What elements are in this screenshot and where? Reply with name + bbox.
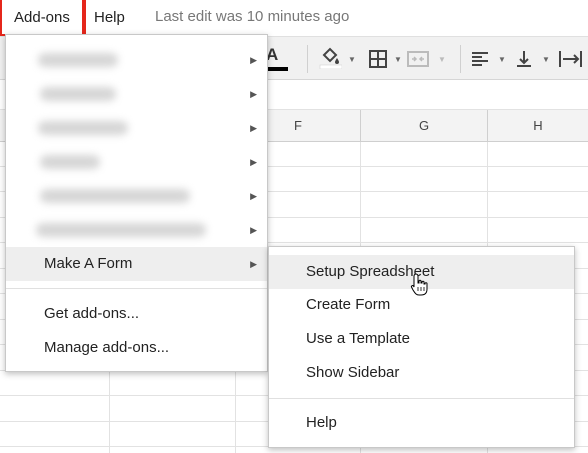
hand-cursor-icon [410, 273, 428, 296]
menu-divider [6, 288, 267, 289]
manage-addons-label: Manage add-ons... [44, 339, 170, 356]
horizontal-align-button[interactable]: ▼ [470, 45, 508, 73]
toolbar-divider [460, 45, 461, 73]
menubar: Add-ons Help Last edit was 10 minutes ag… [0, 0, 588, 38]
last-edit-status[interactable]: Last edit was 10 minutes ago [155, 0, 349, 36]
align-left-icon [472, 52, 488, 66]
align-caret-icon: ▼ [498, 55, 506, 64]
submenu-arrow-icon: ▶ [250, 89, 257, 99]
submenu-arrow-icon: ▶ [250, 225, 257, 235]
make-a-form-label: Make A Form [44, 255, 133, 272]
borders-caret-icon: ▼ [394, 55, 402, 64]
help-menu-item[interactable]: Help [269, 406, 574, 440]
get-addons-label: Get add-ons... [44, 305, 140, 322]
blurred-text [40, 189, 190, 203]
show-sidebar-label: Show Sidebar [306, 364, 400, 381]
submenu-arrow-icon: ▶ [250, 191, 257, 201]
addons-highlight-box [0, 0, 86, 38]
make-a-form-menu-item[interactable]: Make A Form ▶ [6, 247, 267, 281]
addons-dropdown-menu: ▶ ▶ ▶ ▶ ▶ ▶ Make A Form ▶ Get add-ons... [5, 34, 268, 372]
help-label: Help [306, 414, 337, 431]
blurred-addon-item[interactable]: ▶ [6, 111, 267, 145]
text-color-swatch [266, 67, 288, 71]
help-menu-label: Help [94, 9, 125, 26]
blurred-text [40, 87, 116, 101]
valign-caret-icon: ▼ [542, 55, 550, 64]
menu-divider [269, 398, 574, 399]
spreadsheet-window: Add-ons Help Last edit was 10 minutes ag… [0, 0, 588, 453]
merge-cells-icon [407, 51, 429, 67]
blurred-text [36, 223, 206, 237]
use-a-template-label: Use a Template [306, 330, 410, 347]
manage-addons-menu-item[interactable]: Manage add-ons... [6, 331, 267, 365]
text-color-button[interactable]: A [264, 45, 294, 73]
blurred-text [38, 53, 118, 67]
valign-bottom-icon [517, 51, 531, 67]
merge-cells-button[interactable]: ▼ [406, 45, 446, 73]
column-header-h[interactable]: H [488, 110, 588, 142]
get-addons-menu-item[interactable]: Get add-ons... [6, 297, 267, 331]
merge-cells-caret-icon: ▼ [438, 55, 446, 64]
submenu-arrow-icon: ▶ [250, 123, 257, 133]
use-a-template-menu-item[interactable]: Use a Template [269, 322, 574, 356]
fill-color-caret-icon: ▼ [348, 55, 356, 64]
create-form-label: Create Form [306, 296, 391, 313]
blurred-text [40, 155, 100, 169]
blurred-addon-item[interactable]: ▶ [6, 213, 267, 247]
blurred-text [38, 121, 128, 135]
borders-icon [369, 50, 387, 68]
column-header-g[interactable]: G [361, 110, 488, 142]
fill-color-button[interactable]: ▼ [318, 45, 360, 73]
submenu-arrow-icon: ▶ [250, 55, 257, 65]
submenu-arrow-icon: ▶ [250, 157, 257, 167]
vertical-align-button[interactable]: ▼ [512, 45, 552, 73]
text-wrap-button[interactable] [556, 45, 586, 73]
blurred-addon-item[interactable]: ▶ [6, 145, 267, 179]
toolbar-divider [307, 45, 308, 73]
fill-color-icon [319, 47, 342, 69]
blurred-addon-item[interactable]: ▶ [6, 43, 267, 77]
help-menu[interactable]: Help [94, 0, 125, 36]
blurred-addon-item[interactable]: ▶ [6, 179, 267, 213]
show-sidebar-menu-item[interactable]: Show Sidebar [269, 356, 574, 390]
blurred-addon-item[interactable]: ▶ [6, 77, 267, 111]
borders-button[interactable]: ▼ [366, 45, 402, 73]
submenu-arrow-icon: ▶ [250, 259, 257, 269]
text-wrap-icon [559, 51, 582, 67]
